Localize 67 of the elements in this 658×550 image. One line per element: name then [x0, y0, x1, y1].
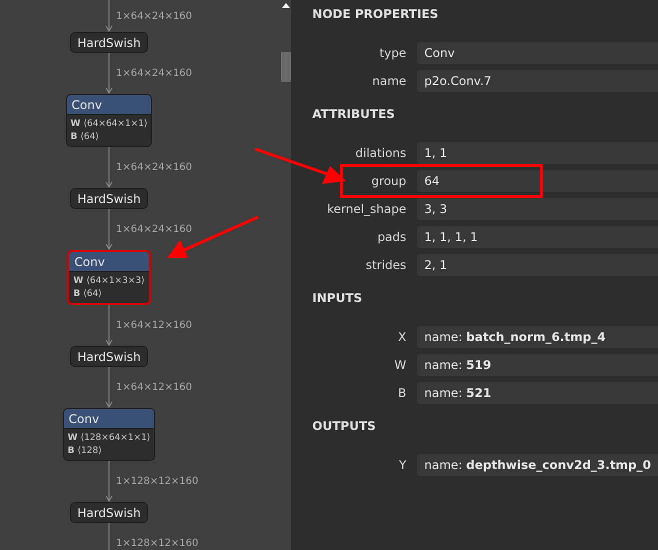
- property-label: kernel_shape: [326, 201, 406, 218]
- tensor-shape-label: 1×128×12×160: [116, 475, 198, 489]
- property-value: name: 521: [417, 382, 658, 404]
- property-label: group: [370, 173, 406, 190]
- section-heading: ATTRIBUTES: [311, 106, 396, 122]
- section-heading: INPUTS: [311, 290, 364, 306]
- graph-node[interactable]: HardSwish: [70, 346, 148, 367]
- tensor-shape-label: 1×64×12×160: [116, 381, 192, 395]
- tensor-shape-label: 1×64×24×160: [116, 67, 192, 81]
- graph-canvas[interactable]: [0, 0, 280, 550]
- param-name: B: [73, 288, 80, 300]
- property-label: strides: [364, 257, 406, 274]
- edge-arrow: [105, 53, 113, 94]
- tensor-shape-label: 1×64×12×160: [116, 319, 192, 333]
- property-value: name: depthwise_conv2d_3.tmp_0: [417, 454, 658, 476]
- node-title: Conv: [69, 252, 149, 272]
- scrollbar-thumb[interactable]: [280, 52, 291, 82]
- edge-arrow: [105, 147, 113, 188]
- scrollbar[interactable]: [280, 0, 292, 550]
- property-value: 1, 1: [417, 142, 658, 164]
- property-label: pads: [376, 229, 406, 246]
- tensor-dimensions: ⟨64×1×3×3⟩: [86, 275, 145, 287]
- property-value: p2o.Conv.7: [417, 70, 658, 92]
- property-value: 64: [417, 170, 658, 192]
- edge-arrow: [105, 305, 113, 346]
- edge-arrow: [105, 461, 113, 502]
- scroll-up-icon[interactable]: [282, 2, 290, 8]
- node-title: Conv: [64, 409, 154, 429]
- tensor-shape-label: 1×64×24×160: [116, 223, 192, 237]
- graph-node[interactable]: HardSwish: [70, 188, 148, 209]
- section-heading: NODE PROPERTIES: [311, 6, 440, 22]
- property-label: W: [393, 357, 406, 374]
- property-value: Conv: [417, 42, 658, 64]
- property-label: type: [378, 45, 406, 62]
- param-name: B: [68, 445, 75, 457]
- tensor-shape-label: 1×64×24×160: [116, 10, 192, 24]
- graph-node[interactable]: HardSwish: [70, 32, 148, 53]
- tensor-shape-label: 1×64×24×160: [116, 161, 192, 175]
- param-name: W: [68, 432, 78, 444]
- property-label: Y: [398, 457, 406, 474]
- graph-node[interactable]: HardSwish: [70, 502, 148, 523]
- param-name: W: [70, 118, 80, 130]
- edge-arrow: [105, 367, 113, 408]
- property-label: B: [397, 385, 406, 402]
- property-value: 2, 1: [417, 254, 658, 276]
- tensor-dimensions: ⟨64⟩: [80, 131, 99, 143]
- property-label: X: [397, 329, 406, 346]
- property-label: dilations: [354, 145, 406, 162]
- property-value: name: 519: [417, 354, 658, 376]
- param-name: W: [73, 275, 84, 287]
- tensor-shape-label: 1×128×12×160: [116, 537, 198, 550]
- property-label: name: [371, 73, 406, 90]
- edge-arrow: [105, 209, 113, 250]
- node-title: Conv: [66, 95, 152, 115]
- tensor-dimensions: ⟨64⟩: [83, 288, 102, 300]
- edge-arrow: [105, 0, 113, 32]
- tensor-dimensions: ⟨128⟩: [78, 445, 102, 457]
- graph-node[interactable]: Conv W ⟨128×64×1×1⟩ B ⟨128⟩: [62, 408, 156, 461]
- tensor-dimensions: ⟨64×64×1×1⟩: [83, 118, 148, 130]
- tensor-dimensions: ⟨128×64×1×1⟩: [80, 432, 150, 444]
- property-value: 3, 3: [417, 198, 658, 220]
- param-name: B: [70, 131, 78, 143]
- property-value: 1, 1, 1, 1: [417, 226, 658, 248]
- graph-node[interactable]: Conv W ⟨64×1×3×3⟩ B ⟨64⟩: [67, 250, 151, 305]
- property-value: name: batch_norm_6.tmp_4: [417, 326, 658, 348]
- section-heading: OUTPUTS: [311, 418, 377, 434]
- graph-node[interactable]: Conv W ⟨64×64×1×1⟩ B ⟨64⟩: [66, 94, 152, 147]
